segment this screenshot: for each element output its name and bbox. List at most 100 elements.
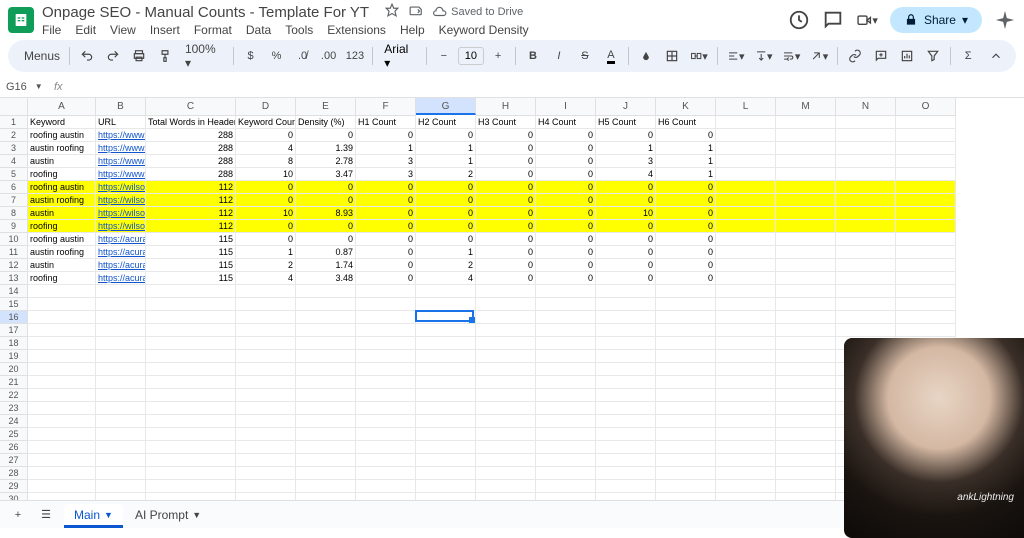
cell[interactable]	[596, 298, 656, 311]
cell[interactable]	[656, 402, 716, 415]
row-header[interactable]: 9	[0, 220, 28, 233]
cell[interactable]	[716, 181, 776, 194]
cell[interactable]	[716, 389, 776, 402]
link-icon[interactable]	[843, 44, 867, 68]
cell[interactable]	[236, 350, 296, 363]
cell[interactable]: 4	[236, 272, 296, 285]
cell[interactable]	[296, 298, 356, 311]
cell[interactable]: austin	[28, 207, 96, 220]
cell[interactable]	[776, 272, 836, 285]
cell[interactable]	[716, 194, 776, 207]
cell[interactable]: 10	[236, 207, 296, 220]
cell[interactable]: 1	[356, 142, 416, 155]
col-header[interactable]: O	[896, 98, 956, 116]
cell[interactable]	[656, 285, 716, 298]
cell[interactable]	[656, 376, 716, 389]
cell[interactable]: 0	[476, 259, 536, 272]
cell[interactable]	[596, 324, 656, 337]
cell[interactable]	[836, 181, 896, 194]
cell[interactable]	[536, 454, 596, 467]
cell[interactable]	[536, 480, 596, 493]
cell[interactable]	[776, 181, 836, 194]
cell[interactable]	[96, 415, 146, 428]
row-header[interactable]: 25	[0, 428, 28, 441]
cell[interactable]	[236, 311, 296, 324]
col-header[interactable]: K	[656, 98, 716, 116]
cell[interactable]: 0	[536, 194, 596, 207]
cell[interactable]	[146, 376, 236, 389]
cell[interactable]	[28, 376, 96, 389]
cell[interactable]: https://wilson	[96, 207, 146, 220]
cell[interactable]	[896, 207, 956, 220]
cell[interactable]	[146, 285, 236, 298]
cell[interactable]	[146, 337, 236, 350]
cell[interactable]	[776, 454, 836, 467]
cell[interactable]	[896, 116, 956, 129]
cell[interactable]	[716, 415, 776, 428]
cell[interactable]	[776, 415, 836, 428]
cell[interactable]	[716, 376, 776, 389]
font-size-input[interactable]: 10	[458, 47, 484, 65]
cell[interactable]	[146, 454, 236, 467]
cell[interactable]	[356, 428, 416, 441]
cell[interactable]: 1	[596, 142, 656, 155]
cell[interactable]: 0	[416, 233, 476, 246]
row-header[interactable]: 6	[0, 181, 28, 194]
cell[interactable]	[896, 155, 956, 168]
cell[interactable]	[296, 415, 356, 428]
cell[interactable]	[776, 311, 836, 324]
redo-icon[interactable]	[101, 44, 125, 68]
cell[interactable]	[28, 350, 96, 363]
col-header[interactable]: J	[596, 98, 656, 116]
cell[interactable]: 0	[356, 194, 416, 207]
cell[interactable]: https://acurar	[96, 233, 146, 246]
borders-icon[interactable]	[660, 44, 684, 68]
cell[interactable]	[416, 324, 476, 337]
cell[interactable]: 0	[296, 220, 356, 233]
cell[interactable]	[416, 415, 476, 428]
cell[interactable]	[656, 428, 716, 441]
cell[interactable]	[716, 116, 776, 129]
cell[interactable]	[776, 402, 836, 415]
cell[interactable]: 112	[146, 181, 236, 194]
cell[interactable]: 0	[596, 181, 656, 194]
cell[interactable]	[296, 480, 356, 493]
cell[interactable]	[96, 350, 146, 363]
cell[interactable]	[596, 376, 656, 389]
cell[interactable]	[28, 480, 96, 493]
cell[interactable]: 0	[356, 259, 416, 272]
cell[interactable]	[96, 298, 146, 311]
cell[interactable]: 0	[476, 155, 536, 168]
cell[interactable]	[28, 324, 96, 337]
cell[interactable]: Total Words in Headers	[146, 116, 236, 129]
cell[interactable]	[356, 480, 416, 493]
cell[interactable]	[776, 324, 836, 337]
cell[interactable]: 10	[236, 168, 296, 181]
cell[interactable]	[28, 363, 96, 376]
cell[interactable]	[776, 441, 836, 454]
menu-tools[interactable]: Tools	[285, 23, 313, 37]
cell[interactable]	[596, 311, 656, 324]
row-header[interactable]: 26	[0, 441, 28, 454]
cell[interactable]: 0	[296, 233, 356, 246]
cell[interactable]	[776, 155, 836, 168]
cell[interactable]	[96, 389, 146, 402]
col-header[interactable]: M	[776, 98, 836, 116]
cell[interactable]	[356, 298, 416, 311]
undo-icon[interactable]	[75, 44, 99, 68]
cell[interactable]	[776, 168, 836, 181]
share-button[interactable]: Share▾	[890, 7, 982, 33]
cell[interactable]	[776, 298, 836, 311]
cell[interactable]	[596, 350, 656, 363]
cell[interactable]	[146, 441, 236, 454]
cell[interactable]: 0	[236, 220, 296, 233]
wrap-icon[interactable]: ▾	[778, 44, 804, 68]
italic-icon[interactable]: I	[547, 44, 571, 68]
cell[interactable]	[476, 428, 536, 441]
col-header[interactable]: F	[356, 98, 416, 116]
cell[interactable]: URL	[96, 116, 146, 129]
cell[interactable]	[96, 376, 146, 389]
col-header[interactable]: I	[536, 98, 596, 116]
cell[interactable]	[236, 298, 296, 311]
decrease-decimal-icon[interactable]: .0̸	[291, 44, 315, 68]
